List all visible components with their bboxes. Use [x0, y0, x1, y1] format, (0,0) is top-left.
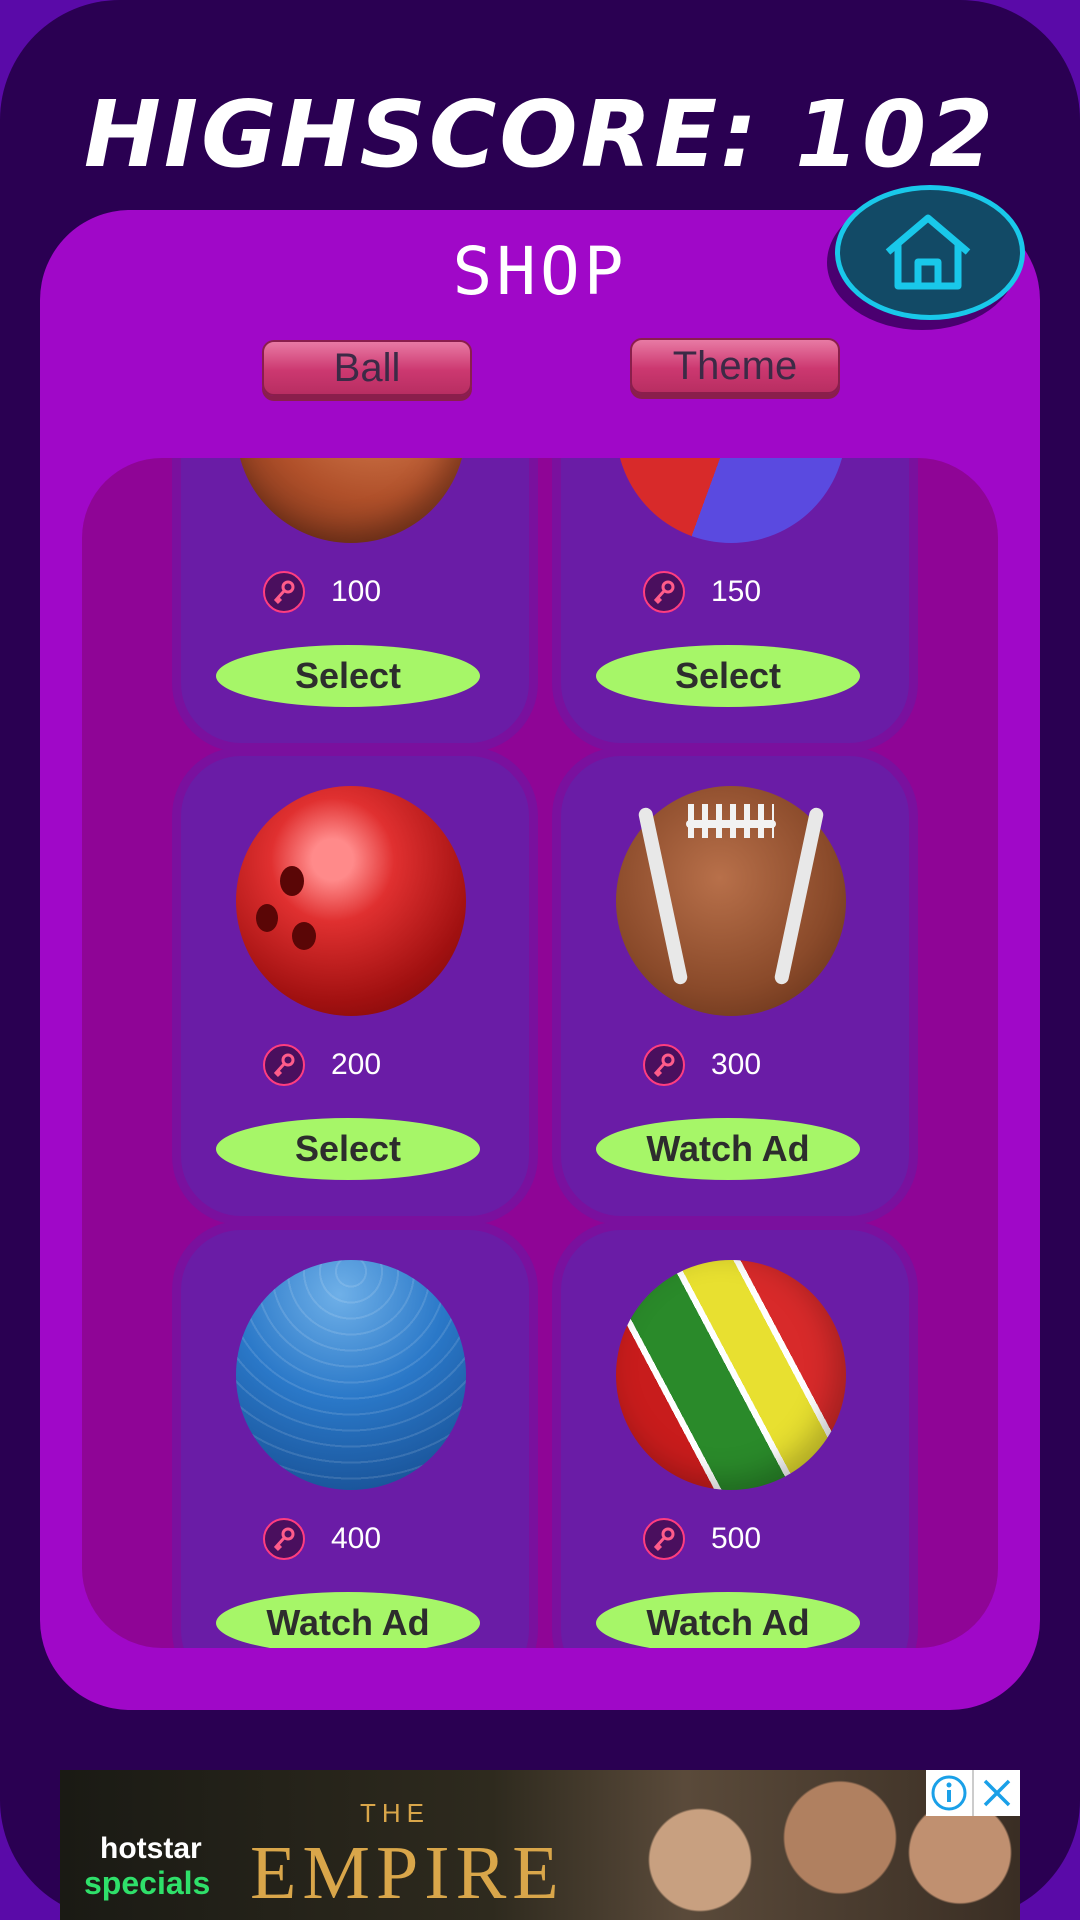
- info-icon: [931, 1775, 967, 1811]
- shop-item-card: 300 Watch Ad: [561, 756, 909, 1216]
- item-price: 400: [331, 1522, 382, 1555]
- tab-ball[interactable]: Ball: [262, 340, 472, 396]
- select-button[interactable]: Select: [216, 1118, 480, 1180]
- watch-ad-button[interactable]: Watch Ad: [596, 1592, 860, 1648]
- watch-ad-button[interactable]: Watch Ad: [216, 1592, 480, 1648]
- shop-item-card: 100 Select: [181, 458, 529, 743]
- close-icon: [983, 1779, 1011, 1807]
- tab-theme[interactable]: Theme: [630, 338, 840, 394]
- shop-item-grid[interactable]: 100 Select 150 Select 200 Select 300 Wat…: [82, 458, 998, 1648]
- volleyball-image: [236, 458, 466, 543]
- exercise-ball-image: [236, 1260, 466, 1490]
- watch-ad-button[interactable]: Watch Ad: [596, 1118, 860, 1180]
- ad-headline: EMPIRE: [250, 1831, 565, 1915]
- home-button[interactable]: [835, 185, 1025, 320]
- select-button[interactable]: Select: [216, 645, 480, 707]
- item-price: 300: [711, 1048, 762, 1081]
- ad-brand-line1: hotstar: [100, 1832, 202, 1865]
- item-price: 100: [331, 575, 382, 608]
- key-icon: [643, 1044, 685, 1086]
- item-price: 150: [711, 575, 762, 608]
- select-button[interactable]: Select: [596, 645, 860, 707]
- ad-brand-line2: specials: [84, 1865, 211, 1901]
- ad-close-button[interactable]: [974, 1770, 1020, 1816]
- item-price: 200: [331, 1048, 382, 1081]
- striped-ball-image: [616, 1260, 846, 1490]
- item-price: 500: [711, 1522, 762, 1555]
- home-icon: [885, 214, 971, 290]
- highscore-title: HIGHSCORE: 102: [83, 81, 997, 188]
- shop-item-card: 200 Select: [181, 756, 529, 1216]
- key-icon: [263, 571, 305, 613]
- shop-item-card: 500 Watch Ad: [561, 1230, 909, 1648]
- key-icon: [263, 1518, 305, 1560]
- beach-ball-image: [616, 458, 846, 543]
- shop-item-card: 400 Watch Ad: [181, 1230, 529, 1648]
- key-icon: [263, 1044, 305, 1086]
- shop-item-card: 150 Select: [561, 458, 909, 743]
- ad-banner[interactable]: hotstar specials THE EMPIRE: [60, 1770, 1020, 1920]
- key-icon: [643, 571, 685, 613]
- ad-info-button[interactable]: [926, 1770, 974, 1816]
- ad-headline-small: THE: [360, 1798, 430, 1828]
- key-icon: [643, 1518, 685, 1560]
- bowling-ball-image: [236, 786, 466, 1016]
- american-football-image: [616, 786, 846, 1016]
